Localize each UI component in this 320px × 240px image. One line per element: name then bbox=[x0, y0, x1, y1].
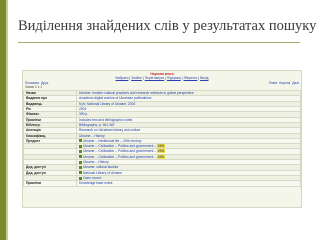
field-value-cell: Knowledge base notes bbox=[76, 180, 301, 187]
link-square-icon bbox=[79, 144, 82, 148]
highlighted-term: 1991 bbox=[157, 154, 165, 159]
highlighted-term: 1991 bbox=[157, 149, 165, 154]
slide-decor-bar-inner bbox=[6, 0, 8, 240]
slide-title: Виділення знайдених слів у результатах п… bbox=[18, 18, 317, 34]
table-row: Примітки Knowledge base notes bbox=[23, 180, 301, 187]
link-square-icon bbox=[79, 139, 82, 143]
field-value: Ukraine -- History bbox=[79, 133, 105, 138]
toolbar-full[interactable]: Повні bbox=[269, 81, 278, 85]
title-divider bbox=[18, 42, 300, 43]
field-value: Ukraine -- History bbox=[83, 160, 109, 165]
field-value: Bibliography: p. 361-387 bbox=[79, 122, 115, 127]
catalog-header: Наукова книга Вибрати | Знайти | Перегля… bbox=[23, 71, 301, 81]
field-label: Примітки bbox=[23, 180, 77, 187]
link-square-icon bbox=[79, 160, 82, 164]
link-square-icon bbox=[79, 150, 82, 154]
field-value: Open record bbox=[83, 175, 102, 180]
field-value: Ukraine -- Civilization -- Politics and … bbox=[83, 149, 154, 154]
record-counter: Запис 1 з 1 bbox=[25, 84, 43, 89]
field-value: 390 p. bbox=[79, 112, 89, 117]
catalog-screenshot: Наукова книга Вибрати | Знайти | Перегля… bbox=[22, 70, 302, 208]
toolbar-short[interactable]: Короткі bbox=[279, 81, 290, 85]
link-square-icon bbox=[79, 165, 82, 169]
field-value: National Library of Ukraine bbox=[83, 170, 123, 175]
link-square-icon bbox=[79, 155, 82, 159]
link-square-icon bbox=[79, 176, 82, 180]
highlighted-term: 1991 bbox=[157, 144, 165, 149]
field-value: Ukraine: cultural studies bbox=[83, 165, 119, 170]
field-value: Academic digital archive of Ukrainian pu… bbox=[79, 96, 152, 101]
record-toolbar: Показати Друк Повні Короткі Далі bbox=[23, 81, 301, 85]
field-value: Ukraine -- Intellectual life -- 20th cen… bbox=[83, 138, 142, 143]
field-value: Knowledge base notes bbox=[79, 181, 113, 186]
field-value: Ukraine -- Civilization -- Politics and … bbox=[83, 154, 154, 159]
record-table: Назва Ukraine: modern cultural practices … bbox=[23, 90, 301, 187]
toolbar-next[interactable]: Далі bbox=[292, 81, 299, 85]
field-value: Research on Ukrainian history and cultur… bbox=[79, 128, 141, 133]
toolbar-print[interactable]: Друк bbox=[41, 81, 48, 85]
field-value: Includes text and bibliographic notes bbox=[79, 117, 133, 122]
link-square-icon bbox=[79, 171, 82, 175]
field-value: Kyiv: National Library of Ukraine, 2004 bbox=[79, 101, 136, 106]
field-value: 2004 bbox=[79, 107, 87, 112]
field-value: Ukraine -- Civilization -- Politics and … bbox=[83, 144, 154, 149]
field-value: Ukraine: modern cultural practices and r… bbox=[79, 91, 194, 96]
